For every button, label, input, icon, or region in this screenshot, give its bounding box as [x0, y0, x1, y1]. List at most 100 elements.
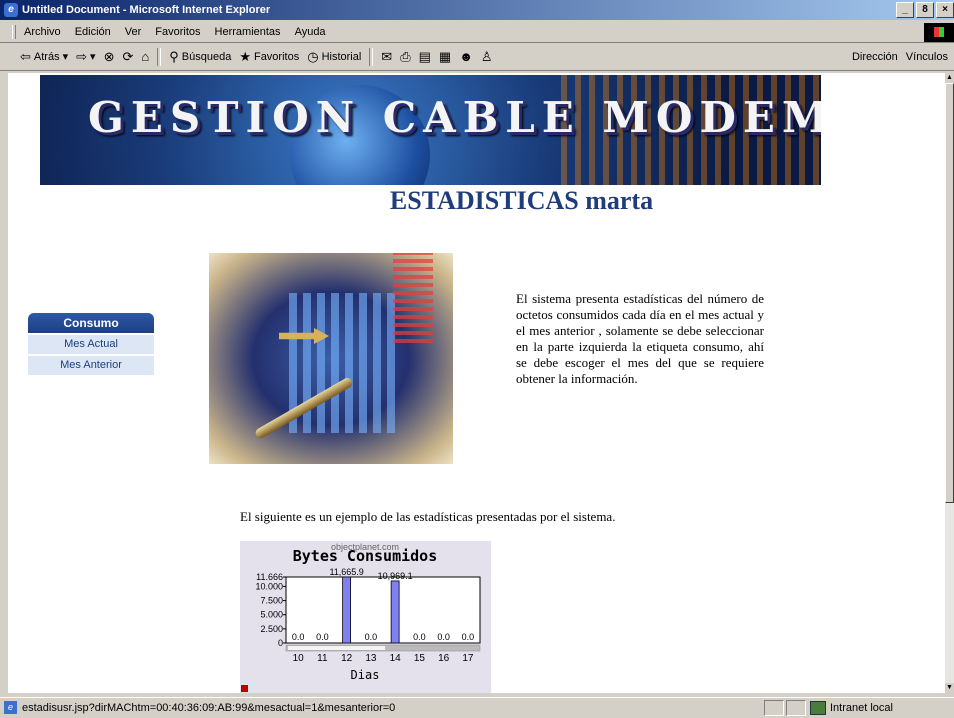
x-axis-label: Dias — [351, 668, 380, 682]
legend-marker — [241, 685, 248, 692]
favorites-label: Favoritos — [253, 51, 300, 63]
search-label: Búsqueda — [181, 51, 232, 63]
page-title: ESTADISTICAS marta — [389, 186, 654, 215]
bar-value-label: 0.0 — [316, 632, 329, 642]
scroll-down-icon[interactable]: ▼ — [945, 683, 954, 693]
discuss-icon[interactable]: ▦ — [439, 44, 451, 70]
window-controls: _ 8 × — [896, 2, 954, 18]
title-bar: e Untitled Document - Microsoft Internet… — [0, 0, 954, 20]
y-tick-label: 2.500 — [260, 624, 283, 634]
intranet-icon — [810, 701, 826, 715]
bar — [390, 580, 400, 644]
page-viewport: GESTION CABLE MODEMS ESTADISTICAS marta … — [8, 73, 945, 693]
home-icon[interactable]: ⌂ — [141, 44, 149, 70]
zone-label: Intranet local — [830, 702, 893, 714]
toolbar: ⇦ Atrás ▾ ⇨ ▾ ⊗ ⟳ ⌂ ⚲ Búsqueda ★ Favoritos ◷ H… — [0, 44, 954, 71]
vertical-scrollbar[interactable]: ▲ ▼ — [945, 73, 954, 693]
maximize-button[interactable]: 8 — [916, 2, 934, 18]
close-button[interactable]: × — [936, 2, 954, 18]
sidebar-menu: Consumo Mes Actual Mes Anterior — [28, 313, 154, 375]
chevron-down-icon: ▾ — [90, 51, 96, 63]
x-tick-label: 16 — [438, 653, 450, 664]
stop-icon[interactable]: ⊗ — [104, 44, 115, 70]
bar-value-label: 10,969.1 — [378, 571, 413, 581]
x-tick-label: 12 — [341, 653, 353, 664]
mail-icon[interactable]: ✉ — [381, 44, 392, 70]
description-text: El sistema presenta estadísticas del núm… — [516, 291, 764, 386]
bar-value-label: 0.0 — [365, 632, 378, 642]
menu-ver[interactable]: Ver — [125, 22, 142, 42]
back-label: Atrás — [33, 51, 60, 63]
toolbar-separator — [369, 48, 374, 66]
bar-value-label: 0.0 — [292, 632, 305, 642]
example-caption: El siguiente es un ejemplo de las estadí… — [240, 509, 616, 524]
user-icon[interactable]: ♙ — [481, 44, 493, 70]
back-button[interactable]: ⇦ Atrás ▾ — [20, 44, 68, 70]
menu-ayuda[interactable]: Ayuda — [295, 22, 326, 42]
back-arrow-icon: ⇦ — [20, 49, 31, 64]
status-bar: e estadisusr.jsp?dirMAChtm=00:40:36:09:A… — [0, 697, 954, 718]
menu-bar: Archivo Edición Ver Favoritos Herramient… — [0, 22, 954, 43]
plot-area — [285, 576, 481, 644]
refresh-icon[interactable]: ⟳ — [122, 44, 133, 70]
forward-button[interactable]: ⇨ ▾ — [76, 44, 95, 70]
x-tick-label: 15 — [414, 653, 426, 664]
toolbar-separator — [157, 48, 162, 66]
sidebar-item-mes-actual[interactable]: Mes Actual — [28, 335, 154, 354]
chart-svg: objectplanet.comBytes Consumidos02.5005.… — [241, 542, 481, 692]
x-tick-label: 13 — [365, 653, 377, 664]
bar-value-label: 0.0 — [462, 632, 475, 642]
banner-title: GESTION CABLE MODEMS — [88, 93, 821, 142]
bar-value-label: 0.0 — [437, 632, 450, 642]
search-icon: ⚲ — [169, 49, 179, 64]
stats-illustration — [209, 253, 453, 464]
messenger-icon[interactable]: ☻ — [459, 44, 473, 70]
windows-logo-icon — [924, 23, 954, 42]
sidebar-header[interactable]: Consumo — [28, 313, 154, 333]
header-banner: GESTION CABLE MODEMS — [40, 75, 821, 185]
menu-herramientas[interactable]: Herramientas — [215, 22, 281, 42]
minimize-button[interactable]: _ — [896, 2, 914, 18]
security-zone: Intranet local — [810, 698, 893, 718]
chart-scroll-thumb — [288, 646, 385, 650]
history-button[interactable]: ◷ Historial — [307, 44, 361, 70]
y-tick-label: 7.500 — [260, 596, 283, 606]
chevron-down-icon: ▾ — [62, 51, 69, 63]
bytes-chart: objectplanet.com Bytes Consumidos 0 2.500 5.… — [240, 541, 491, 693]
bar-value-label: 0.0 — [413, 632, 426, 642]
menu-edicion[interactable]: Edición — [75, 22, 111, 42]
chart-title: Bytes Consumidos — [293, 547, 438, 565]
y-tick-label: 5.000 — [260, 610, 283, 620]
history-icon: ◷ — [307, 49, 319, 64]
scroll-up-icon[interactable]: ▲ — [945, 73, 954, 83]
edit-icon[interactable]: ▤ — [419, 44, 431, 70]
x-tick-label: 14 — [390, 653, 402, 664]
links-label[interactable]: Vínculos — [906, 44, 948, 70]
favorites-icon: ★ — [239, 49, 251, 64]
y-tick-label: 0 — [278, 638, 283, 648]
history-label: Historial — [321, 51, 362, 63]
address-label[interactable]: Dirección — [852, 44, 898, 70]
bar-value-label: 11,665.9 — [329, 567, 363, 577]
x-tick-label: 11 — [317, 653, 328, 664]
menu-grip — [12, 25, 16, 39]
y-tick-label: 10.000 — [255, 581, 283, 591]
status-cell — [786, 700, 806, 716]
scroll-thumb[interactable] — [945, 83, 954, 503]
print-icon[interactable]: ⎙ — [400, 44, 410, 70]
search-button[interactable]: ⚲ Búsqueda — [169, 44, 231, 70]
sidebar-item-mes-anterior[interactable]: Mes Anterior — [28, 356, 154, 375]
y-tick-label: 11.666 — [256, 572, 283, 582]
favorites-button[interactable]: ★ Favoritos — [239, 44, 299, 70]
menu-archivo[interactable]: Archivo — [24, 22, 61, 42]
status-cell — [764, 700, 784, 716]
x-tick-label: 17 — [462, 653, 474, 664]
window-title: Untitled Document - Microsoft Internet E… — [22, 4, 271, 16]
illustration-ticker — [393, 253, 433, 343]
status-text: estadisusr.jsp?dirMAChtm=00:40:36:09:AB:… — [22, 702, 396, 714]
menu-favoritos[interactable]: Favoritos — [155, 22, 200, 42]
ie-icon: e — [4, 3, 18, 17]
page-icon: e — [4, 701, 17, 714]
x-tick-label: 10 — [293, 653, 305, 664]
forward-arrow-icon: ⇨ — [76, 49, 88, 64]
